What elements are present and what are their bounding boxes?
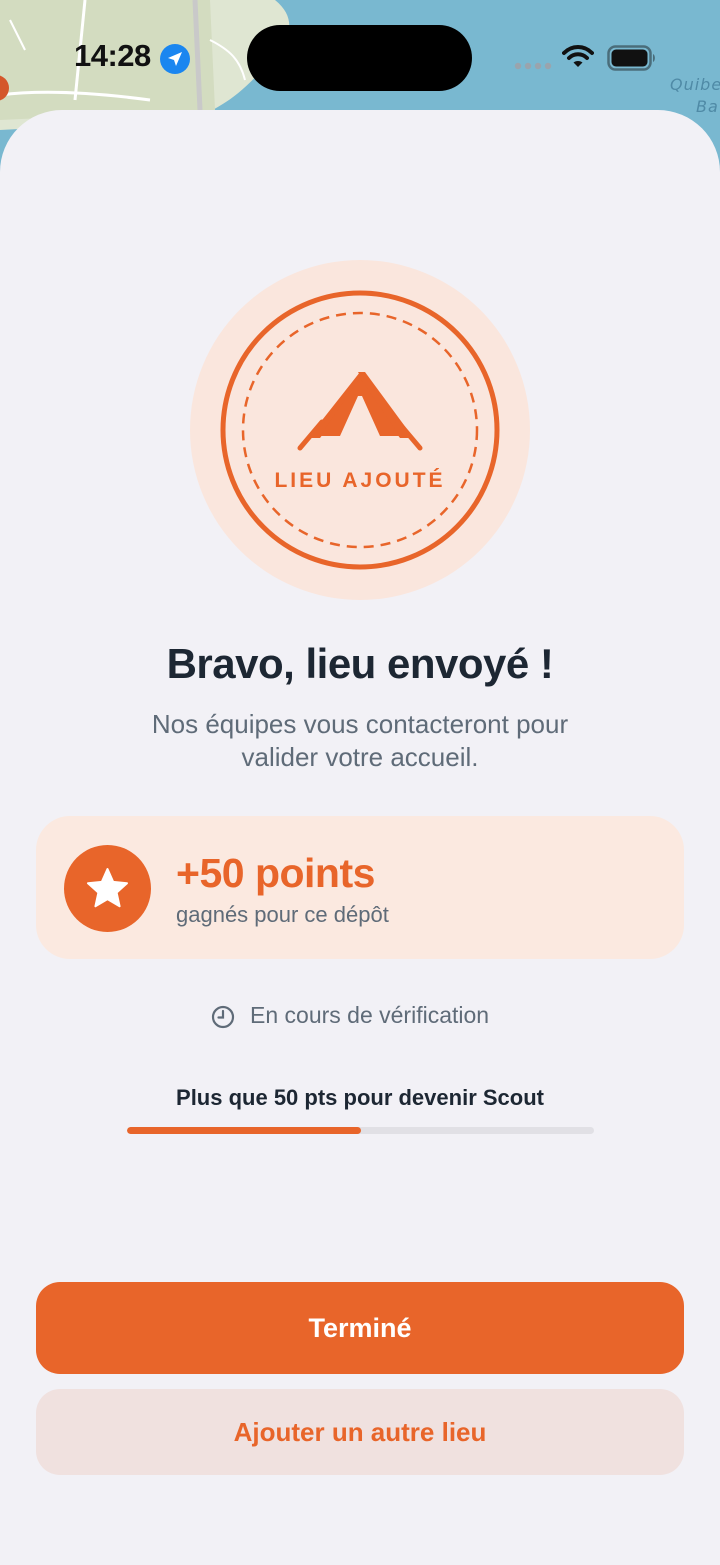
progress-fill — [127, 1127, 361, 1134]
points-description: gagnés pour ce dépôt — [176, 902, 389, 927]
battery-icon — [607, 45, 655, 71]
verification-text: En cours de vérification — [250, 1002, 490, 1028]
badge-label: LIEU AJOUTÉ — [274, 469, 445, 492]
wifi-icon — [562, 45, 594, 67]
status-bar: 14:28 — [0, 0, 720, 110]
star-badge — [64, 845, 151, 932]
star-icon — [87, 868, 128, 908]
progress-bar — [127, 1127, 594, 1134]
done-button[interactable]: Terminé — [36, 1282, 684, 1374]
place-added-badge: LIEU AJOUTÉ — [220, 290, 500, 570]
clock-icon — [211, 1005, 235, 1029]
progress-label: Plus que 50 pts pour devenir Scout — [176, 1085, 544, 1110]
cellular-signal-icon — [514, 62, 552, 70]
page-subtitle: Nos équipes vous contacteront pour valid… — [151, 709, 569, 772]
dynamic-island — [247, 25, 472, 91]
tent-icon — [297, 372, 423, 451]
points-value: +50 points — [176, 850, 375, 896]
add-another-place-button[interactable]: Ajouter un autre lieu — [36, 1389, 684, 1475]
location-arrow-icon — [160, 44, 190, 74]
status-time: 14:28 — [74, 38, 151, 73]
page-title: Bravo, lieu envoyé ! — [166, 640, 554, 687]
verification-status: En cours de vérification — [0, 1002, 720, 1032]
